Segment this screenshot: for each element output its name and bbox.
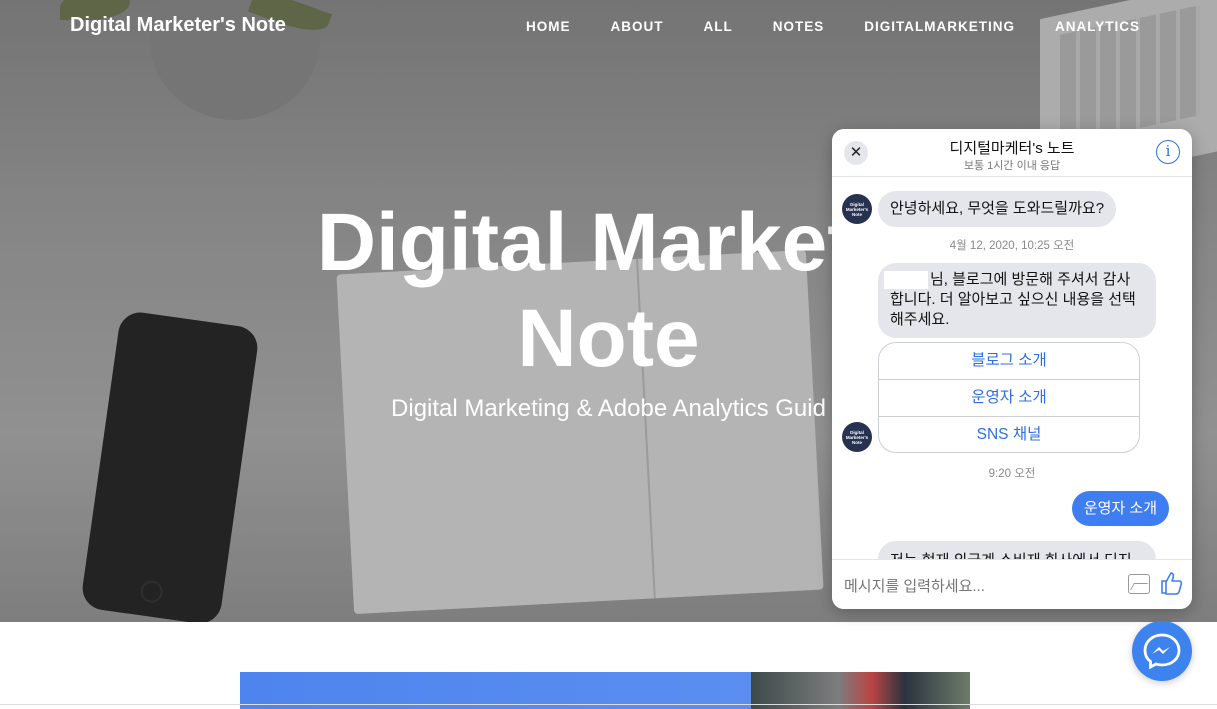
nav-all[interactable]: ALL <box>703 19 732 34</box>
nav-about[interactable]: ABOUT <box>610 19 663 34</box>
message-line: 합니다. 더 알아보고 싶으신 내용을 선택 <box>890 291 1136 308</box>
info-icon[interactable]: i <box>1156 140 1180 164</box>
chat-status: 보통 1시간 이내 응답 <box>963 160 1061 172</box>
main-nav: HOME ABOUT ALL NOTES DIGITALMARKETING AN… <box>486 19 1140 34</box>
avatar: Digital Marketer's Note <box>842 422 872 452</box>
avatar: Digital Marketer's Note <box>842 194 872 224</box>
quick-reply-sns[interactable]: SNS 채널 <box>879 417 1139 452</box>
quick-reply-blog[interactable]: 블로그 소개 <box>879 343 1139 380</box>
message-bubble: 안녕하세요, 무엇을 도와드릴까요? <box>878 191 1117 227</box>
quick-replies: 블로그 소개 운영자 소개 SNS 채널 <box>878 342 1140 453</box>
like-icon[interactable] <box>1159 570 1185 596</box>
nav-notes[interactable]: NOTES <box>773 19 825 34</box>
message-line: 해주세요. <box>890 311 950 328</box>
nav-analytics[interactable]: ANALYTICS <box>1055 19 1140 34</box>
message-line: 님, 블로그에 방문해 주셔서 감사 <box>930 271 1131 288</box>
messenger-icon[interactable] <box>1132 621 1192 681</box>
site-brand[interactable]: Digital Marketer's Note <box>70 14 286 37</box>
message-timestamp: 4월 12, 2020, 10:25 오전 <box>949 240 1075 252</box>
quick-reply-operator[interactable]: 운영자 소개 <box>879 380 1139 417</box>
nav-digitalmarketing[interactable]: DIGITALMARKETING <box>864 19 1015 34</box>
chat-title: 디지털마케터's 노트 <box>949 140 1075 157</box>
chat-composer <box>832 559 1192 609</box>
redacted-name <box>884 271 928 289</box>
message-input[interactable] <box>844 575 1114 597</box>
chat-header: ✕ 디지털마케터's 노트 보통 1시간 이내 응답 i <box>832 129 1192 177</box>
user-message-bubble: 운영자 소개 <box>1071 491 1169 526</box>
image-icon[interactable] <box>1128 574 1150 594</box>
message-timestamp: 9:20 오전 <box>988 468 1036 480</box>
messenger-chat-window: ✕ 디지털마케터's 노트 보통 1시간 이내 응답 i Digital Mar… <box>832 129 1192 609</box>
nav-home[interactable]: HOME <box>526 19 571 34</box>
